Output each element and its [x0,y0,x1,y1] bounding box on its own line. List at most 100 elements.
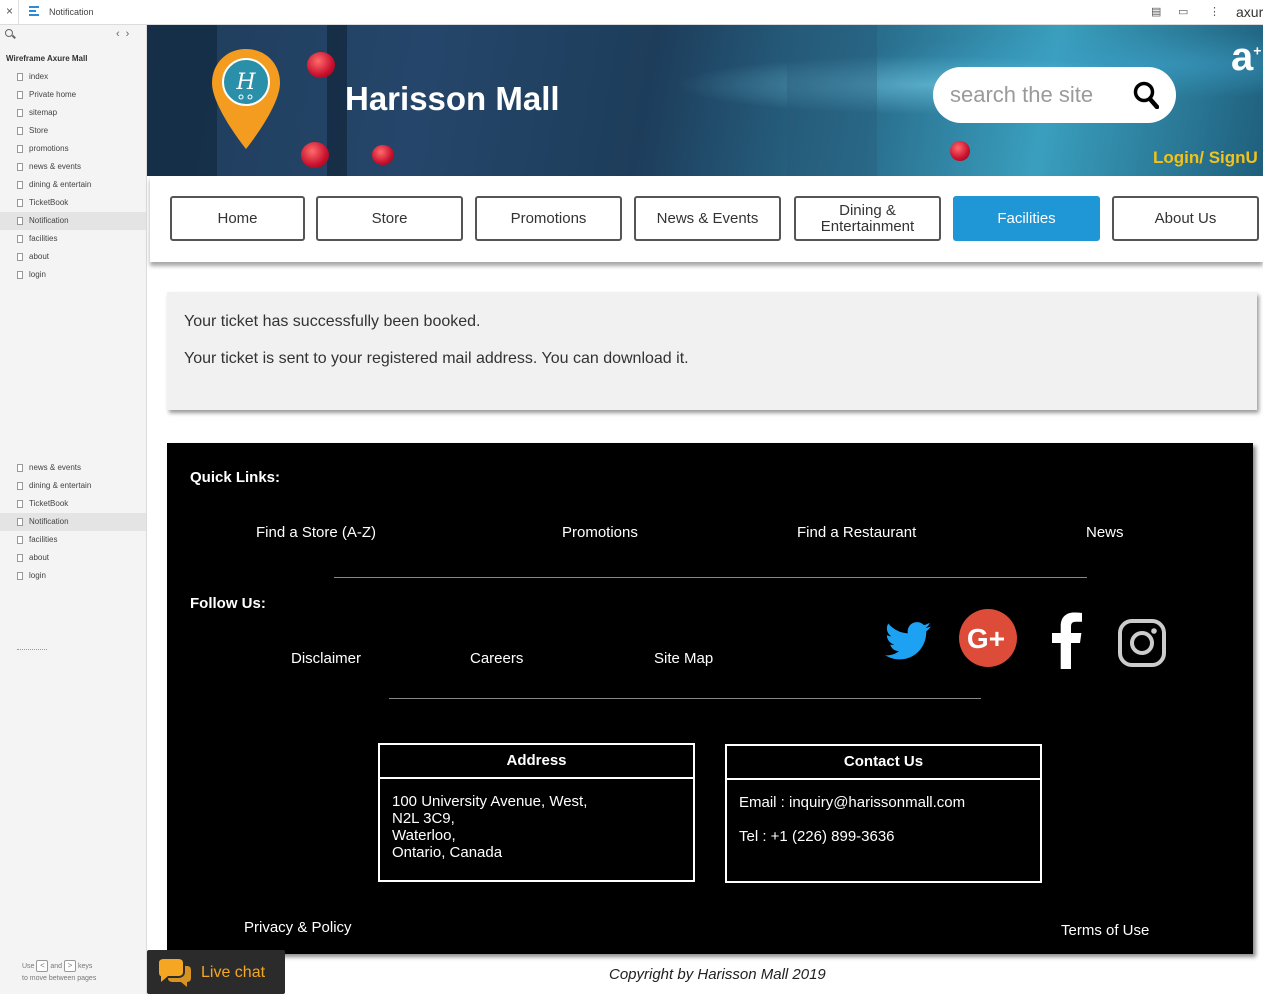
lantern-decoration [307,52,335,78]
page-icon [17,572,23,580]
footer-link-site-map[interactable]: Site Map [654,650,713,667]
nav-about-us[interactable]: About Us [1112,196,1259,241]
terms-of-use-link[interactable]: Terms of Use [1061,922,1149,939]
header-banner: H Harisson Mall a+ Login/ SignU [147,25,1263,176]
page-icon [17,536,23,544]
sitemap-sidebar: ‹› Wireframe Axure Mall index Private hom… [0,25,147,994]
page-icon [17,253,23,261]
sidebar-page-label: index [29,72,49,81]
facebook-icon[interactable] [1047,611,1085,669]
nav-store[interactable]: Store [316,196,463,241]
instagram-icon[interactable] [1117,618,1167,668]
notes-icon[interactable]: ▤ [1151,5,1161,18]
harisson-logo-icon[interactable]: H [210,47,282,151]
sidebar-page-item[interactable]: sitemap [0,104,146,122]
sidebar-page-label: dining & entertain [29,481,92,490]
quick-links-label: Quick Links: [190,469,281,486]
sidebar-page-label: facilities [29,234,58,243]
live-chat-button[interactable]: Live chat [147,950,285,994]
page-icon [17,109,23,117]
site-search [933,67,1176,123]
nav-promotions[interactable]: Promotions [475,196,622,241]
contact-phone[interactable]: Tel : +1 (226) 899-3636 [739,828,1028,845]
axure-brand[interactable]: axur [1236,4,1263,20]
footer-link-find-store[interactable]: Find a Store (A-Z) [256,524,376,541]
sidebar-page-item[interactable]: Notification [0,212,146,230]
page-icon [17,163,23,171]
page-icon [17,500,23,508]
lantern-decoration [950,141,970,161]
sidebar-page-item[interactable]: TicketBook [0,194,146,212]
footer-link-careers[interactable]: Careers [470,650,523,667]
sidebar-page-item[interactable]: login [0,567,146,585]
footer-link-find-restaurant[interactable]: Find a Restaurant [797,524,916,541]
privacy-policy-link[interactable]: Privacy & Policy [244,919,352,936]
site-footer: Quick Links: Find a Store (A-Z) Promotio… [167,443,1253,954]
sidebar-page-label: news & events [29,463,82,472]
notification-detail: Your ticket is sent to your registered m… [184,350,689,367]
sidebar-page-label: dining & entertain [29,180,92,189]
page-icon [17,554,23,562]
page-icon [17,145,23,153]
sidebar-page-item[interactable]: about [0,549,146,567]
sidebar-page-item[interactable]: news & events [0,158,146,176]
sidebar-page-item[interactable]: index [0,68,146,86]
page-icon [17,181,23,189]
close-icon[interactable]: × [6,4,13,18]
svg-text:G+: G+ [967,623,1005,654]
banner-building [787,25,877,176]
keyboard-hint: Use < and > keys to move between pages [22,960,97,982]
page-list: index Private home sitemap Store promotions n… [0,68,146,284]
sidebar-page-item[interactable]: Notification [0,513,146,531]
site-title[interactable]: Harisson Mall [345,80,560,118]
footer-divider [334,577,1087,578]
top-toolbar: × Notification ▤ ▭ ⋮ axur [0,0,1263,25]
sidebar-page-item[interactable]: about [0,248,146,266]
login-signup-link[interactable]: Login/ SignU [1153,148,1258,168]
contact-box: Contact Us Email : inquiry@harissonmall.… [725,744,1042,883]
page-icon [17,73,23,81]
contact-heading: Contact Us [727,746,1040,780]
menu-icon[interactable] [29,6,39,17]
right-key-icon: > [64,960,76,972]
nav-news-events[interactable]: News & Events [634,196,781,241]
footer-link-disclaimer[interactable]: Disclaimer [291,650,361,667]
page-icon [17,217,23,225]
sidebar-page-item[interactable]: login [0,266,146,284]
address-line: 100 University Avenue, West, [392,793,588,810]
footer-link-promotions[interactable]: Promotions [562,524,638,541]
sidebar-page-item[interactable]: TicketBook [0,495,146,513]
nav-facilities[interactable]: Facilities [953,196,1100,241]
sidebar-page-label: news & events [29,162,82,171]
search-input[interactable] [950,79,1120,111]
sidebar-page-item[interactable]: promotions [0,140,146,158]
sidebar-page-item[interactable]: dining & entertain [0,176,146,194]
comment-icon[interactable]: ▭ [1178,5,1188,18]
sidebar-page-item[interactable]: Store [0,122,146,140]
page-icon [17,518,23,526]
nav-home[interactable]: Home [170,196,305,241]
sidebar-page-item[interactable]: facilities [0,230,146,248]
sidebar-page-item[interactable]: Private home [0,86,146,104]
twitter-icon[interactable] [885,621,931,661]
copyright-text: Copyright by Harisson Mall 2019 [609,966,826,983]
page-list-duplicate: news & events dining & entertain TicketBoo… [0,459,146,585]
sidebar-page-item[interactable]: news & events [0,459,146,477]
search-icon[interactable] [1133,81,1159,109]
page-icon [17,91,23,99]
contact-email[interactable]: Email : inquiry@harissonmall.com [739,794,1028,811]
sidebar-page-item[interactable]: facilities [0,531,146,549]
sidebar-page-label: Notification [29,517,69,526]
axure-logo-icon: a+ [1231,35,1262,79]
footer-link-news[interactable]: News [1086,524,1124,541]
page-nav-arrows[interactable]: ‹› [116,28,135,40]
google-plus-icon[interactable]: G+ [958,608,1018,668]
truncated-item [17,649,47,652]
more-icon[interactable]: ⋮ [1209,5,1220,18]
sidebar-page-item[interactable]: dining & entertain [0,477,146,495]
project-name: Wireframe Axure Mall [6,54,88,63]
search-icon[interactable] [5,29,13,37]
address-line: Ontario, Canada [392,844,503,861]
notification-message: Your ticket has successfully been booked… [184,313,481,330]
nav-dining-entertainment[interactable]: Dining & Entertainment [794,196,941,241]
